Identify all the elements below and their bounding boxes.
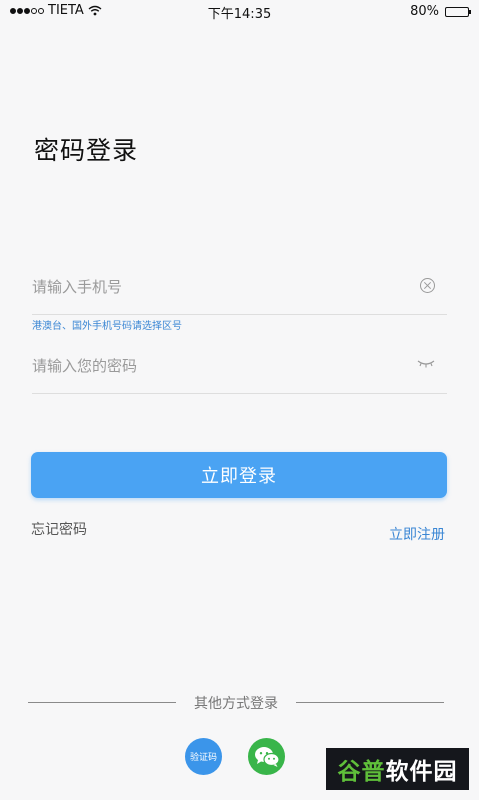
wechat-icon: [254, 746, 280, 767]
watermark-part2: 软件园: [385, 759, 458, 785]
password-input[interactable]: [32, 357, 392, 375]
status-bar: TIETA 下午14:35 80%: [0, 0, 479, 24]
phone-field: [32, 264, 447, 315]
login-button[interactable]: 立即登录: [31, 452, 447, 498]
page-title: 密码登录: [34, 136, 139, 165]
clear-icon[interactable]: [420, 278, 435, 293]
password-field: [32, 343, 447, 394]
battery-percent: 80%: [410, 4, 439, 19]
other-login-label: 其他方式登录: [194, 696, 278, 712]
watermark-logo: 谷普 软件园: [326, 748, 469, 790]
eye-closed-icon[interactable]: [417, 359, 435, 369]
forgot-password-link[interactable]: 忘记密码: [31, 519, 87, 539]
battery-icon: [445, 6, 471, 17]
region-hint[interactable]: 港澳台、国外手机号码请选择区号: [32, 317, 182, 332]
wechat-login-button[interactable]: [248, 738, 285, 775]
status-right: 80%: [410, 4, 471, 19]
sms-login-label: 验证码: [189, 753, 217, 763]
status-time: 下午14:35: [207, 7, 272, 22]
register-link[interactable]: 立即注册: [389, 524, 445, 544]
divider-right: [296, 702, 444, 703]
watermark-part1: 谷普: [337, 759, 386, 785]
phone-input[interactable]: [32, 278, 392, 296]
sms-login-button[interactable]: 验证码: [185, 738, 222, 775]
divider-left: [28, 702, 176, 703]
